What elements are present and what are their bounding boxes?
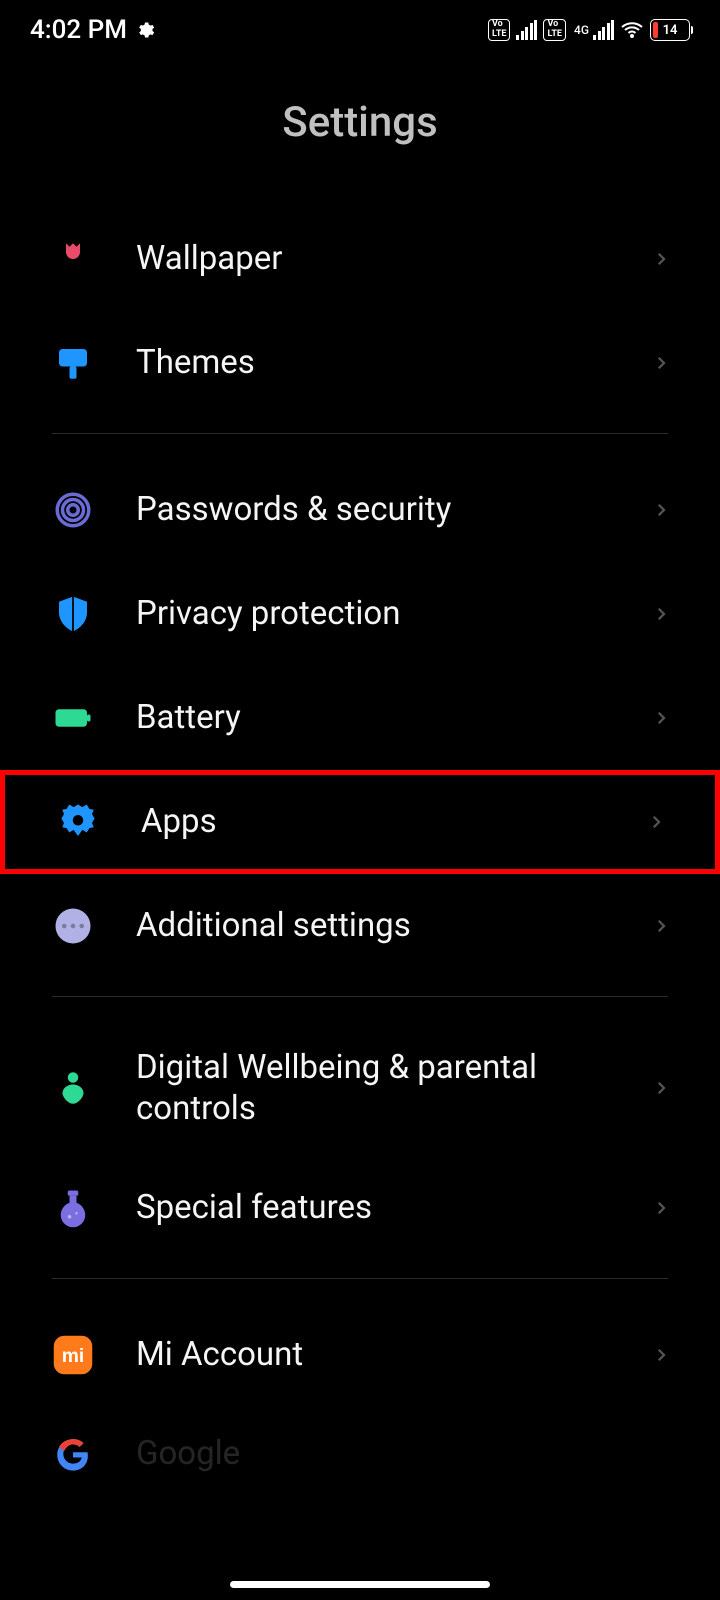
divider [52,996,668,997]
setting-item-privacy[interactable]: Privacy protection [0,562,720,666]
volte-icon: Vo LTE [543,19,566,41]
battery-level: 14 [663,23,678,38]
setting-item-mi-account[interactable]: mi Mi Account [0,1303,720,1407]
battery-icon [52,697,94,739]
wifi-icon [620,18,644,42]
tulip-icon [52,238,94,280]
setting-item-passwords[interactable]: Passwords & security [0,458,720,562]
setting-item-special[interactable]: Special features [0,1156,720,1260]
setting-label: Additional settings [136,905,652,946]
nav-bar-indicator[interactable] [230,1581,490,1588]
dots-icon [52,905,94,947]
chevron-right-icon [652,1074,670,1102]
setting-label: Digital Wellbeing & parental controls [136,1047,652,1130]
status-left: 4:02 PM [30,15,155,45]
setting-item-apps[interactable]: Apps [0,770,720,874]
volte-icon: Vo LTE [488,19,511,41]
setting-item-google[interactable]: Google [0,1407,720,1475]
chevron-right-icon [652,1341,670,1369]
network-type: 4G [574,24,589,36]
shield-icon [52,593,94,635]
person-heart-icon [52,1067,94,1109]
setting-label: Passwords & security [136,489,652,530]
setting-label: Battery [136,697,652,738]
settings-indicator-icon [135,20,155,40]
divider [52,433,668,434]
setting-label: Privacy protection [136,593,652,634]
setting-label: Mi Account [136,1334,652,1375]
status-time: 4:02 PM [30,15,127,45]
fingerprint-icon [52,489,94,531]
setting-item-wellbeing[interactable]: Digital Wellbeing & parental controls [0,1021,720,1156]
signal-icon [593,20,614,40]
chevron-right-icon [652,245,670,273]
setting-label: Apps [141,801,647,842]
setting-label: Google [136,1433,670,1474]
setting-item-wallpaper[interactable]: Wallpaper [0,207,720,311]
setting-label: Special features [136,1187,652,1228]
svg-text:mi: mi [62,1346,84,1367]
settings-list: Wallpaper Themes Passwords & security Pr… [0,207,720,1475]
chevron-right-icon [652,496,670,524]
setting-label: Wallpaper [136,238,652,279]
gear-badge-icon [57,801,99,843]
page-title: Settings [0,60,720,207]
setting-item-additional[interactable]: Additional settings [0,874,720,978]
chevron-right-icon [652,912,670,940]
flask-icon [52,1187,94,1229]
battery-icon: 14 [650,19,690,41]
google-icon [52,1433,94,1475]
mi-icon: mi [52,1334,94,1376]
setting-item-themes[interactable]: Themes [0,311,720,415]
chevron-right-icon [647,808,665,836]
chevron-right-icon [652,349,670,377]
signal-icon [516,20,537,40]
setting-item-battery[interactable]: Battery [0,666,720,770]
setting-label: Themes [136,342,652,383]
status-right: Vo LTE Vo LTE 4G 14 [488,18,690,42]
chevron-right-icon [652,600,670,628]
divider [52,1278,668,1279]
brush-icon [52,342,94,384]
status-bar: 4:02 PM Vo LTE Vo LTE 4G 14 [0,0,720,60]
chevron-right-icon [652,704,670,732]
chevron-right-icon [652,1194,670,1222]
